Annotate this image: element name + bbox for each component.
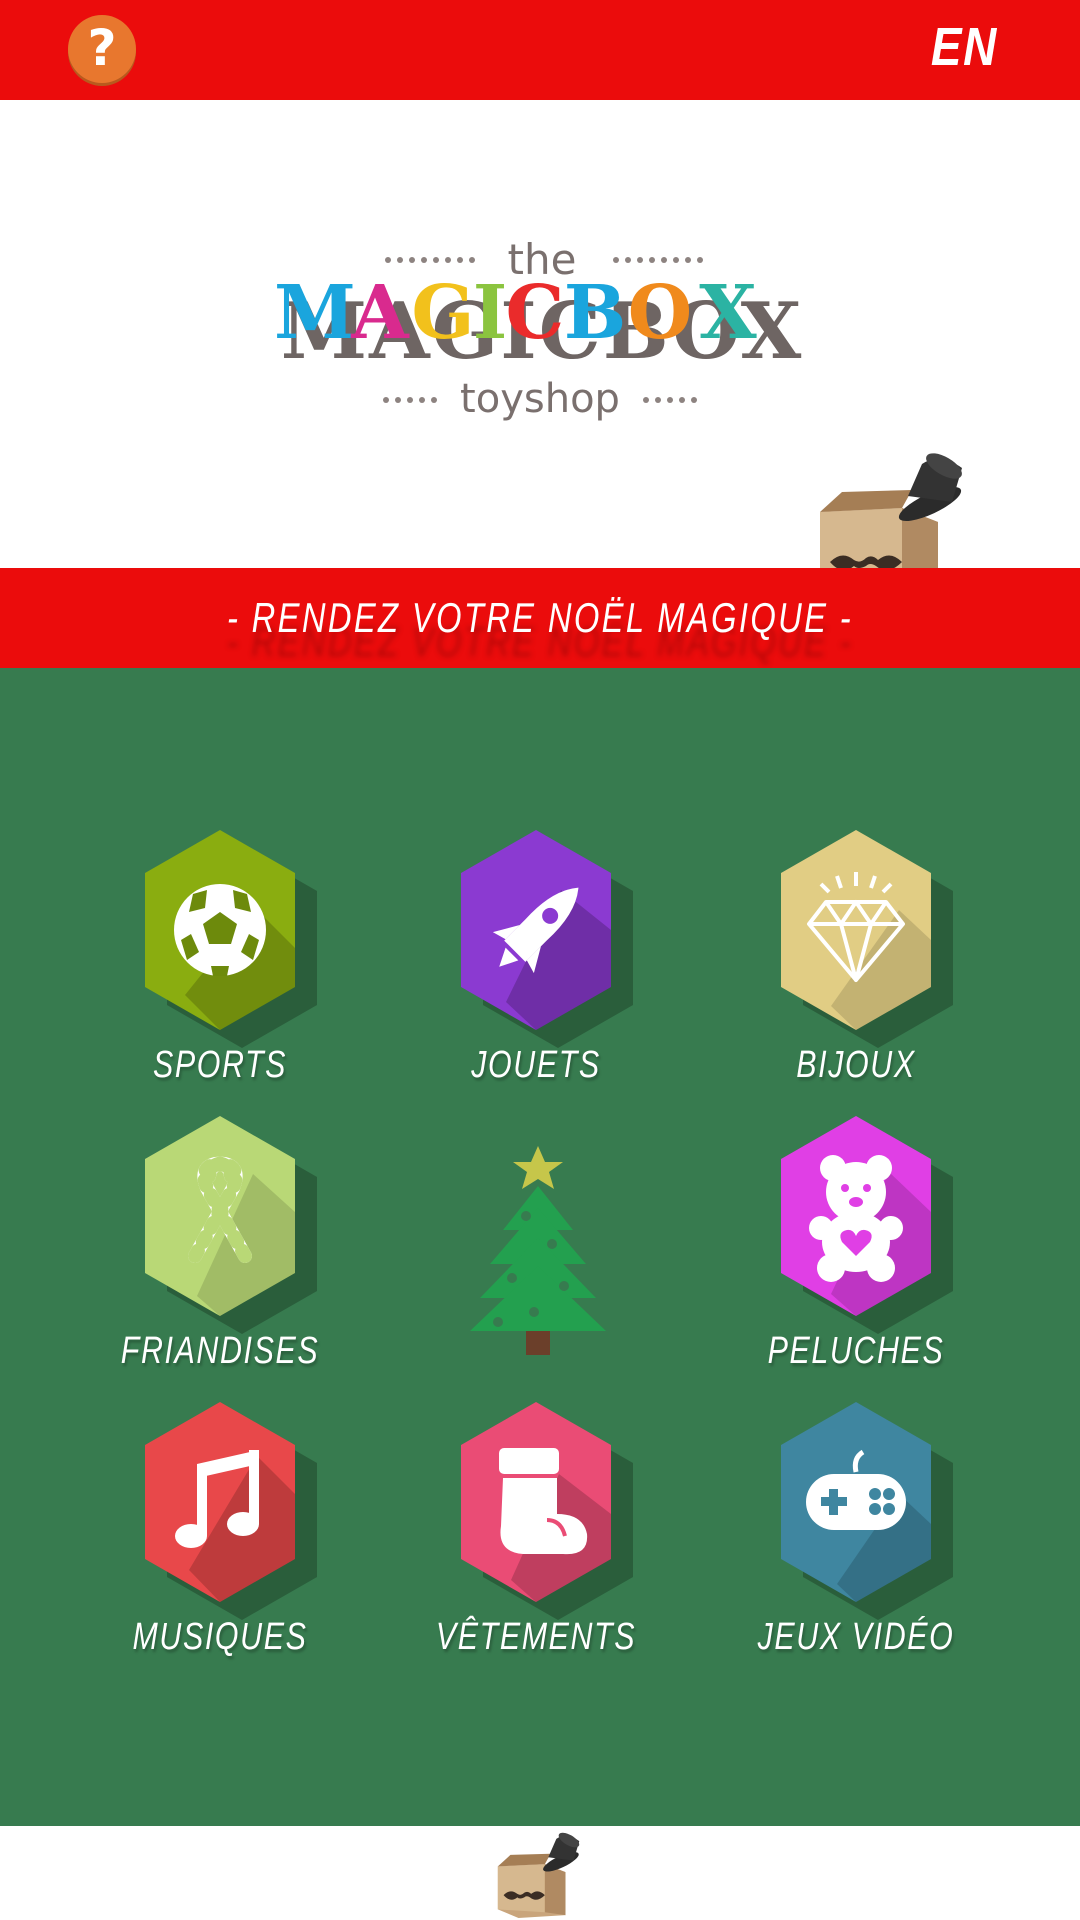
logo-letter-o: O: [628, 270, 692, 356]
category-label: SPORTS: [152, 1044, 288, 1086]
category-label: VÊTEMENTS: [435, 1616, 637, 1658]
logo-letter-g: G: [411, 270, 474, 356]
category-label: MUSIQUES: [132, 1616, 308, 1658]
category-label: PELUCHES: [767, 1330, 945, 1372]
category-label: JOUETS: [471, 1044, 601, 1086]
logo-letter-b: B: [564, 270, 627, 356]
category-label: JEUX VIDÉO: [757, 1616, 955, 1658]
logo-area: the MAGICBOX M A G I C B O X toyshop: [0, 100, 1080, 602]
category-friandises[interactable]: FRIANDISES: [70, 1116, 370, 1386]
category-sports[interactable]: SPORTS: [70, 830, 370, 1100]
category-peluches[interactable]: PELUCHES: [706, 1116, 1006, 1386]
soccer-ball-icon: [174, 884, 266, 976]
christmas-tree-icon: [470, 1146, 606, 1355]
teddy-bear-icon: [809, 1155, 903, 1282]
category-label: BIJOUX: [796, 1044, 916, 1086]
category-jeux-video[interactable]: JEUX VIDÉO: [706, 1402, 1006, 1672]
category-bijoux[interactable]: BIJOUX: [706, 830, 1006, 1100]
category-jouets[interactable]: JOUETS: [386, 830, 686, 1100]
logo-letter-c: C: [506, 270, 565, 356]
footer: [0, 1826, 1080, 1920]
logo-letter-a: A: [350, 270, 410, 356]
top-bar: ? EN: [0, 0, 1080, 100]
category-vetements[interactable]: VÊTEMENTS: [386, 1402, 686, 1672]
logo-letter-x: X: [699, 270, 757, 356]
language-toggle[interactable]: EN: [931, 16, 998, 78]
category-label: FRIANDISES: [120, 1330, 320, 1372]
magicbox-logo: the MAGICBOX M A G I C B O X toyshop: [274, 235, 801, 422]
category-grid: SPORTS JOUETS BIJOUX FRIANDISES PELUCHES…: [0, 668, 1080, 1826]
help-button[interactable]: ?: [68, 15, 136, 83]
mascot-box-icon: [497, 1832, 580, 1918]
logo-letter-m: M: [274, 270, 356, 356]
category-musiques[interactable]: MUSIQUES: [70, 1402, 370, 1672]
slogan-text: - RENDEZ VOTRE NOËL MAGIQUE -: [226, 594, 854, 641]
logo-toyshop: toyshop: [460, 376, 620, 422]
slogan-banner: - RENDEZ VOTRE NOËL MAGIQUE -: [0, 568, 1080, 668]
question-mark-icon: ?: [87, 19, 117, 77]
logo-letter-i: I: [473, 270, 508, 356]
